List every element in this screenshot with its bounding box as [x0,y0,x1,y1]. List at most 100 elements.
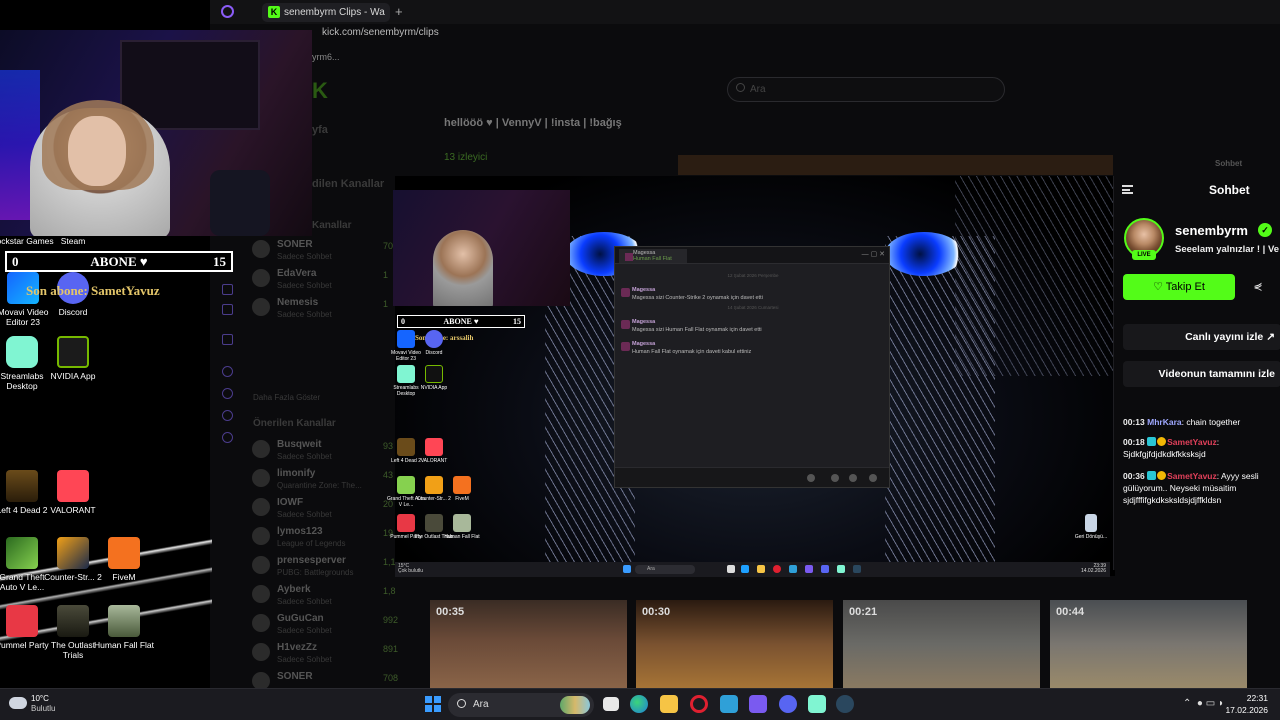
explorer-icon[interactable] [757,565,765,573]
outlast-icon [57,605,89,637]
list-item[interactable]: limonify Quarantine Zone: The... 43 [250,465,400,494]
desktop-icon-label: FiveM [455,496,469,502]
channel-category: Sadece Sohbet [277,655,332,664]
desktop-icon-human-fall-flat[interactable]: Human Fall Flat [92,605,156,650]
list-item[interactable]: prensesperver PUBG: Battlegrounds 1,1 [250,552,400,581]
list-item[interactable]: lymos123 League of Legends 19 [250,523,400,552]
kick-logo-icon[interactable]: K [312,78,328,104]
clip-thumbnail[interactable]: 00:30 [636,600,833,688]
desktop-icon-steam[interactable]: Steam [41,236,105,246]
inner-desktop-icon[interactable]: NVIDIA App [414,365,454,391]
new-tab-icon[interactable]: + [395,4,403,19]
clock[interactable]: 22:31 17.02.2026 [1225,692,1268,716]
steam-icon[interactable] [853,565,861,573]
follow-label: Takip Et [1165,281,1205,293]
taskview-icon[interactable] [603,697,619,711]
desktop-icon-fivem[interactable]: FiveM [92,537,156,582]
streamer-name[interactable]: senembyrm [1175,223,1248,238]
viewer-count: 13 izleyici [444,152,488,163]
taskbar-search[interactable]: Ara [448,693,594,717]
clip-thumbnail[interactable]: 00:35 [430,600,627,688]
system-tray[interactable]: ⌃ ● ▭ ◗ [1183,698,1224,709]
desktop-icon-nvidia[interactable]: NVIDIA App [41,336,105,381]
list-item[interactable]: SONER Sadece Sohbet 70 [250,236,400,265]
voice-icon[interactable] [869,474,877,482]
channel-category: PUBG: Battlegrounds [277,568,354,577]
list-item[interactable]: EdaVera Sadece Sohbet 1 [250,265,400,294]
address-bar[interactable]: kick.com/senembyrm/clips [322,27,439,38]
chat-input[interactable] [615,467,889,487]
recycle-bin[interactable]: Geri Dönüşü... [1071,514,1111,540]
weather-text: Çok bulutlu [398,568,424,574]
list-item[interactable]: Ayberk Sadece Sohbet 1,8 [250,581,400,610]
last-subscriber: Son abone: SametYavuz [26,283,160,298]
list-item[interactable]: Busqweit Sadece Sohbet 93 [250,436,400,465]
follow-button[interactable]: ♡ Takip Et [1123,274,1235,300]
watch-full-video-button[interactable]: Videonun tamamını izle [1123,361,1280,387]
sidebar-player-icon[interactable] [222,366,233,377]
search-icon [457,699,466,708]
clip-duration: 00:44 [1056,606,1085,618]
app-icon[interactable] [789,565,797,573]
channel-name: Nemesis [277,297,319,308]
inner-desktop-icon[interactable]: Human Fall Flat [442,514,482,540]
edge-icon[interactable] [741,565,749,573]
window-controls[interactable]: — ▢ ✕ [862,250,885,258]
streamlabs-icon[interactable] [808,695,826,713]
steam-icon[interactable] [836,695,854,713]
list-item[interactable]: Nemesis Sadece Sohbet 1 [250,294,400,323]
list-item[interactable]: H1vezZz Sadece Sohbet 891 [250,639,400,668]
message-user[interactable]: SametYavuz [1167,471,1217,481]
opera-gx-icon[interactable] [690,695,708,713]
show-more-link[interactable]: Daha Fazla Göster [253,393,320,402]
viewer-count: 1,8 [383,586,396,596]
file-explorer-icon[interactable] [660,695,678,713]
chat-message: 00:36 SametYavuz: Ayyy sesli gülüyorum..… [1123,470,1280,506]
message-user[interactable]: MhrKara [1147,417,1181,427]
attach-icon[interactable] [849,474,857,482]
list-item[interactable]: GuGuCan Sadece Sohbet 992 [250,610,400,639]
discord-icon[interactable] [779,695,797,713]
clip-thumbnail[interactable]: 00:44 [1050,600,1247,688]
teams-icon[interactable] [805,565,813,573]
sidebar-m-icon[interactable] [222,304,233,315]
streamlabs-icon[interactable] [837,565,845,573]
channel-name: prensesperver [277,555,346,566]
sidebar-settings-icon[interactable] [222,432,233,443]
search-input[interactable]: Ara [727,77,1005,102]
opera-logo-icon[interactable] [221,5,234,18]
inner-desktop-icon[interactable]: FiveM [442,476,482,502]
edge-icon[interactable] [630,695,648,713]
inner-desktop-icon[interactable]: VALORANT [414,438,454,464]
inner-desktop-icon[interactable]: Discord [414,330,454,356]
sidebar-instagram-icon[interactable] [222,284,233,295]
teams-icon[interactable] [749,695,767,713]
opera-icon[interactable] [773,565,781,573]
streamer-face [68,116,126,186]
channel-category: Sadece Sohbet [277,452,332,461]
sidebar-pin-icon[interactable] [222,410,233,421]
inner-search[interactable]: Ara [635,565,695,574]
stream-title: hellööö ♥ | VennyV | !insta | !bağış [444,117,622,129]
taskview-icon[interactable] [727,565,735,573]
message-user[interactable]: SametYavuz [1167,437,1217,447]
browser-tab[interactable]: senembyrm Clips - Wa [262,3,390,22]
desktop-icon-valorant[interactable]: VALORANT [41,470,105,515]
emoji-icon[interactable] [831,474,839,482]
share-icon[interactable]: ⋞ [1245,274,1271,300]
discord-icon[interactable] [821,565,829,573]
date: 17.02.2026 [1225,705,1268,715]
sidebar-twitch-icon[interactable] [222,334,233,345]
watch-live-button[interactable]: Canlı yayını izle ↗ [1123,324,1280,350]
sidebar-history-icon[interactable] [222,388,233,399]
snipping-icon[interactable] [720,695,738,713]
collapse-chat-icon[interactable] [1122,185,1133,194]
start-button[interactable] [425,696,441,712]
streamer-bio: Seeelam yalnızlar ! | Ve [1175,244,1280,255]
list-item[interactable]: IOWF Sadece Sohbet 20 [250,494,400,523]
clip-thumbnail[interactable]: 00:21 [843,600,1040,688]
send-icon[interactable] [807,474,815,482]
start-icon[interactable] [623,565,631,573]
movavi-icon [397,330,415,348]
chat-tab[interactable]: Magessa Human Fall Flat [619,249,687,263]
